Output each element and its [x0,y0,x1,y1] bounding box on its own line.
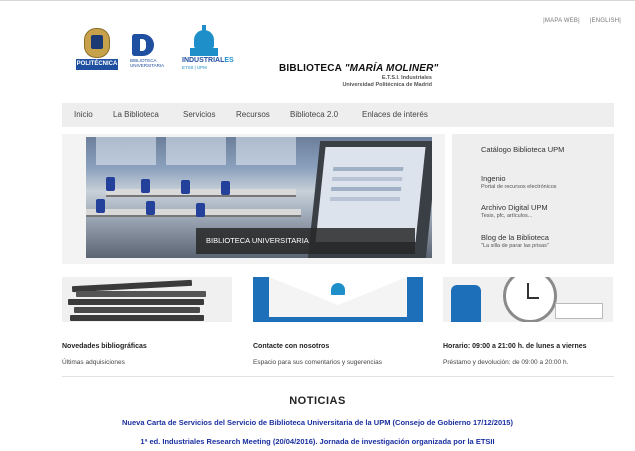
nav-recursos[interactable]: Recursos [236,110,270,119]
section-divider [62,376,614,377]
clock-hand-shape [527,297,539,299]
hero-window-shape [166,137,226,165]
book-shape [68,299,204,305]
link-archivo-digital[interactable]: Archivo Digital UPM [481,203,548,212]
link-ingenio[interactable]: Ingenio [481,174,506,183]
hero-chair-shape [141,179,150,193]
hero-chair-shape [106,177,115,191]
hero-chair-shape [181,180,190,194]
industriales-logo-label: INDUSTRIALES [182,57,234,64]
top-links: |MAPA WEB| |ENGLISH| [535,18,621,24]
blog-description: "La silla de parar las prisas" [481,243,549,249]
news-heading: NOTICIAS [289,395,346,407]
hero-window-shape [236,137,296,165]
hero-desk-shape [106,189,296,197]
card-title: Horario: 09:00 a 21:00 h. de lunes a vie… [443,343,587,350]
biblioteca-logo-label: BIBLIOTECA UNIVERSITARIA [130,58,165,68]
hero-desk-shape [86,209,301,217]
upm-crest-icon [84,28,110,58]
school-name: E.T.S.I. Industriales [381,75,432,81]
card-novedades: Novedades bibliográficas Últimas adquisi… [62,277,232,366]
envelope-image[interactable] [253,277,423,322]
hero-chair-shape [146,201,155,215]
dome-seal-icon [331,283,345,295]
page: |MAPA WEB| |ENGLISH| POLITÉCNICA BIBLIOT… [0,0,635,451]
hero-chair-shape [96,199,105,213]
university-name: Universidad Politécnica de Madrid [342,82,432,88]
hero-image[interactable]: BIBLIOTECA UNIVERSITARIA [86,137,432,258]
page-title: BIBLIOTECA "MARÍA MOLINER" [279,63,439,74]
card-description: Últimas adquisiciones [62,359,125,366]
archivo-description: Tesis, pfc, artículos... [481,213,533,219]
card-contacte: Contacte con nosotros Espacio para sus c… [253,277,423,366]
hero-chair-shape [196,203,205,217]
clock-image [443,277,613,322]
card-horario: Horario: 09:00 a 21:00 h. de lunes a vie… [443,277,613,366]
news-link[interactable]: Nueva Carta de Servicios del Servicio de… [0,418,635,427]
main-nav: Inicio La Biblioteca Servicios Recursos … [62,103,614,127]
card-title[interactable]: Contacte con nosotros [253,343,329,350]
card-description: Préstamo y devolución: de 09:00 a 20:00 … [443,359,569,366]
english-link[interactable]: |ENGLISH| [590,18,621,24]
nav-biblioteca-2-0[interactable]: Biblioteca 2.0 [290,110,338,119]
upm-logo[interactable]: POLITÉCNICA [76,28,118,76]
calendar-shape [555,303,603,319]
book-shape [70,315,204,321]
nav-servicios[interactable]: Servicios [183,110,215,119]
hero-caption: BIBLIOTECA UNIVERSITARIA [196,228,415,254]
hero-slider: BIBLIOTECA UNIVERSITARIA [62,134,445,264]
page-subtitle: E.T.S.I. Industriales Universidad Polité… [342,75,432,89]
person-shape [451,285,481,322]
link-catalogo[interactable]: Catálogo Biblioteca UPM [481,145,564,154]
ingenio-description: Portal de recursos electrónicos [481,184,557,190]
nav-inicio[interactable]: Inicio [74,110,93,119]
biblioteca-b-icon [132,34,154,56]
card-description: Espacio para sus comentarios y sugerenci… [253,359,382,366]
books-image[interactable] [62,277,232,322]
book-shape [76,291,206,297]
hero-chair-shape [221,181,230,195]
hero-window-shape [96,137,156,165]
quick-links-panel: Catálogo Biblioteca UPM Ingenio Portal d… [452,134,614,264]
book-shape [74,307,200,313]
nav-la-biblioteca[interactable]: La Biblioteca [113,110,159,119]
industriales-logo-sub: ETSII | UPM [182,65,207,70]
clock-face-icon [503,277,557,322]
biblioteca-logo[interactable]: BIBLIOTECA UNIVERSITARIA [130,34,174,74]
dome-base-icon [190,48,218,56]
site-map-link[interactable]: |MAPA WEB| [543,18,580,24]
dome-icon [194,25,214,48]
news-link[interactable]: 1ª ed. Industriales Research Meeting (20… [0,437,635,446]
upm-logo-label: POLITÉCNICA [76,59,118,70]
link-blog[interactable]: Blog de la Biblioteca [481,233,549,242]
nav-enlaces[interactable]: Enlaces de interés [362,110,428,119]
card-title[interactable]: Novedades bibliográficas [62,343,147,350]
industriales-logo[interactable]: INDUSTRIALES ETSII | UPM [182,25,246,74]
